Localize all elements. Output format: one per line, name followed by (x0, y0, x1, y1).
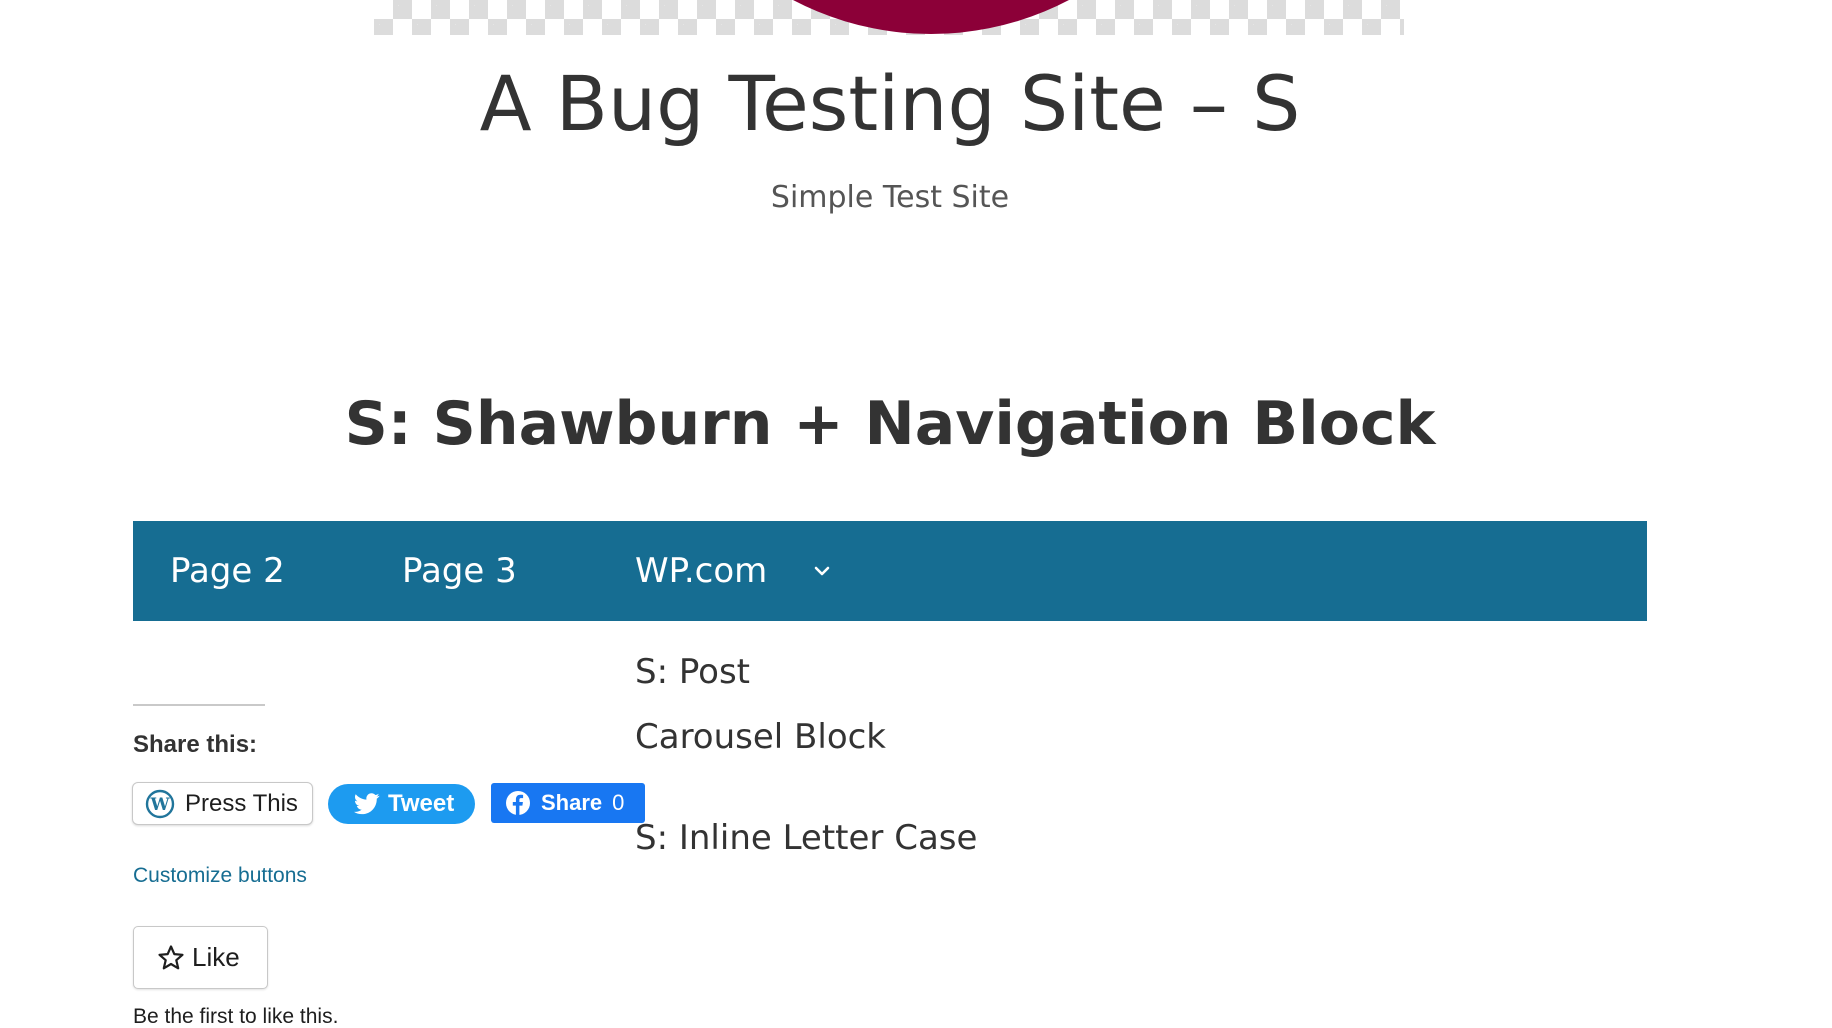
facebook-share-count: 0 (612, 790, 625, 815)
header-logo-image[interactable] (374, 0, 1404, 35)
customize-buttons-link[interactable]: Customize buttons (133, 862, 307, 890)
tweet-button[interactable]: Tweet (328, 784, 475, 824)
nav-item-page-3[interactable]: Page 3 (402, 521, 517, 621)
like-label: Like (192, 942, 240, 972)
share-divider (133, 704, 265, 706)
site-title[interactable]: A Bug Testing Site – S (0, 58, 1780, 150)
facebook-share-button[interactable]: Share 0 (491, 783, 645, 823)
page-title: S: Shawburn + Navigation Block (344, 389, 1436, 459)
like-note: Be the first to like this. (133, 1005, 339, 1028)
svg-text:W: W (149, 795, 170, 815)
tweet-label: Tweet (388, 790, 455, 817)
press-this-button[interactable]: W Press This (132, 782, 313, 825)
navigation-block: Page 2 Page 3 WP.com (133, 521, 1647, 621)
submenu-item-s-inline-letter-case[interactable]: S: Inline Letter Case (635, 816, 977, 860)
submenu-item-s-post[interactable]: S: Post (635, 650, 750, 694)
share-title: Share this: (133, 731, 258, 758)
chevron-down-icon[interactable] (808, 557, 836, 585)
twitter-icon (354, 793, 380, 815)
press-this-label: Press This (185, 789, 298, 817)
nav-item-page-2[interactable]: Page 2 (170, 521, 285, 621)
like-button[interactable]: Like (133, 926, 268, 989)
site-tagline: Simple Test Site (770, 180, 1010, 215)
page: A Bug Testing Site – S Simple Test Site … (0, 0, 1832, 1028)
star-icon (158, 944, 184, 969)
facebook-share-label: Share (541, 790, 603, 815)
nav-item-wpcom[interactable]: WP.com (635, 521, 767, 621)
logo-circle-graphic (634, 0, 1228, 34)
wordpress-icon: W (145, 789, 175, 818)
facebook-icon (506, 791, 530, 815)
submenu-item-carousel-block[interactable]: Carousel Block (635, 715, 886, 759)
